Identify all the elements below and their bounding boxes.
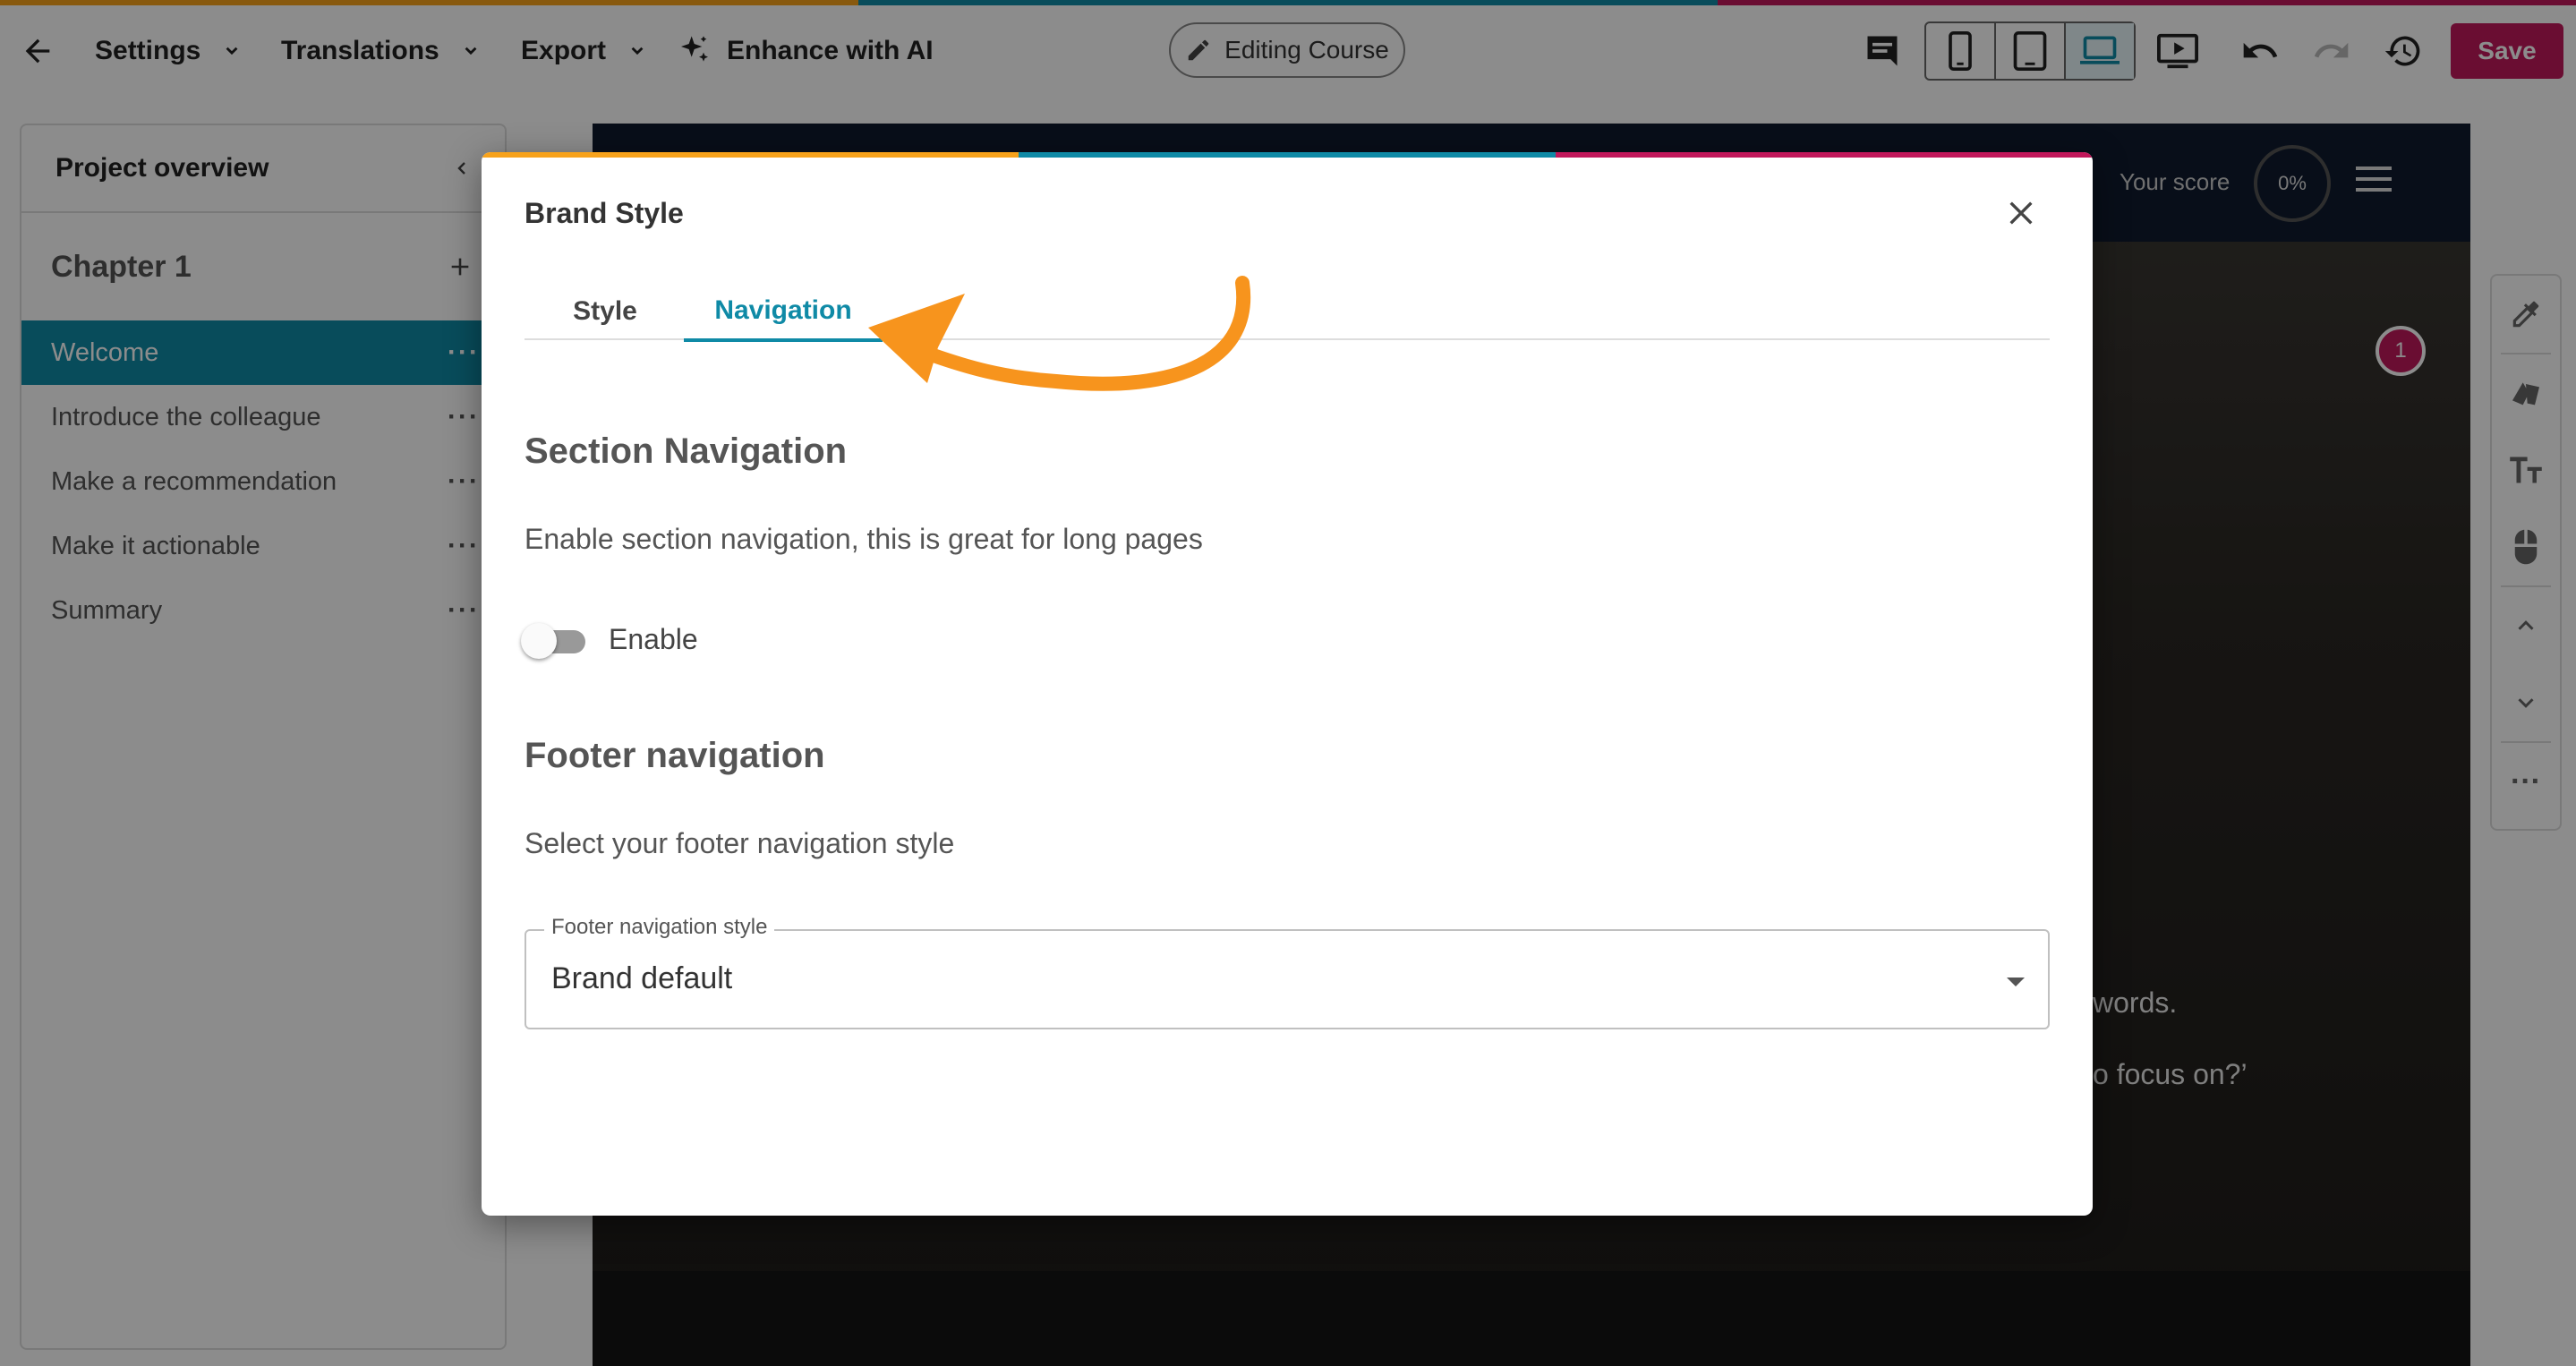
section-navigation-toggle[interactable]: [521, 623, 589, 659]
footer-navigation-select[interactable]: Footer navigation style Brand default: [525, 915, 2050, 1029]
tab-style[interactable]: Style: [525, 283, 686, 340]
section-navigation-description: Enable section navigation, this is great…: [525, 523, 1203, 555]
select-label: Footer navigation style: [544, 915, 775, 940]
tab-navigation[interactable]: Navigation: [684, 283, 883, 342]
close-button[interactable]: [2001, 193, 2041, 233]
dialog-title: Brand Style: [525, 197, 684, 229]
footer-navigation-heading: Footer navigation: [525, 736, 825, 775]
modal-brand-stripe: [482, 152, 2093, 158]
toggle-label: Enable: [609, 623, 698, 655]
select-value: Brand default: [551, 961, 733, 995]
footer-navigation-description: Select your footer navigation style: [525, 827, 955, 859]
caret-down-icon: [2007, 978, 2025, 986]
close-icon: [2009, 201, 2033, 225]
section-navigation-heading: Section Navigation: [525, 431, 848, 471]
brand-style-dialog: Brand Style Style Navigation Section Nav…: [482, 152, 2093, 1216]
dialog-tabs: Style Navigation: [525, 283, 2050, 342]
